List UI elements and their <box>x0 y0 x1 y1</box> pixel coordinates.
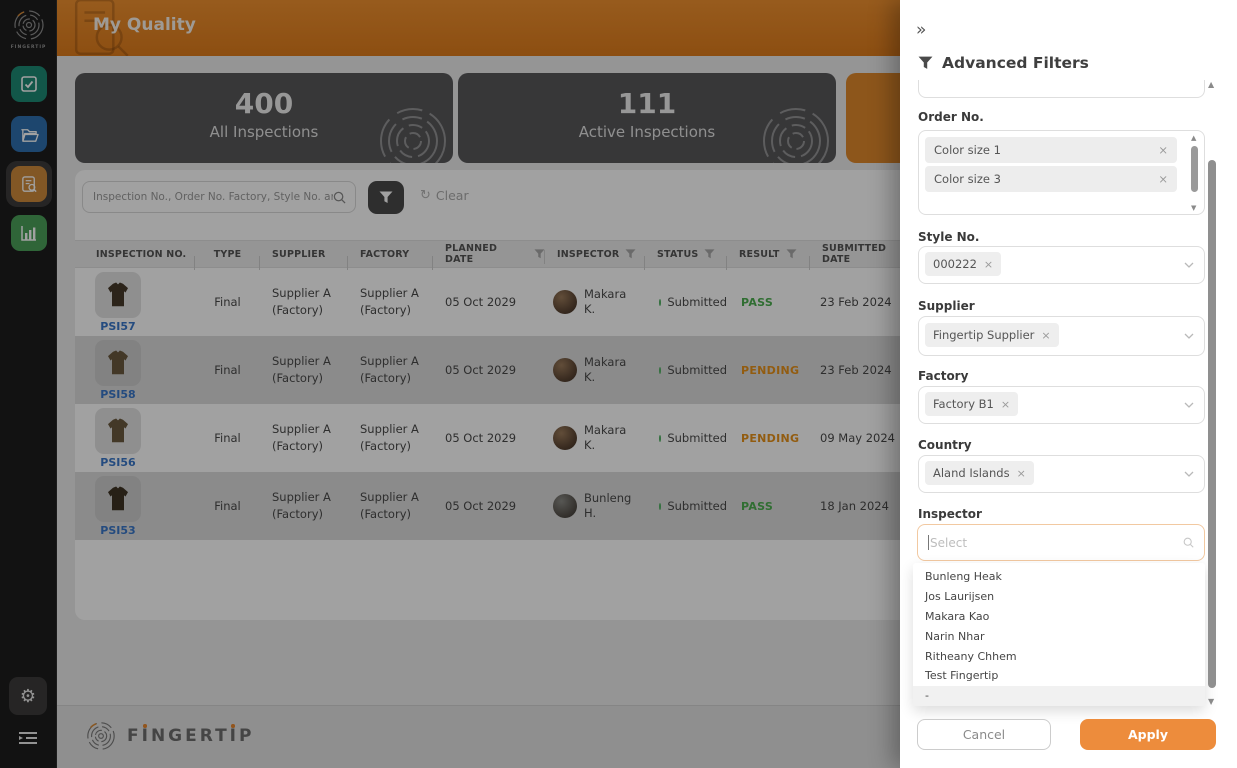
supplier-select[interactable]: Fingertip Supplier × <box>918 316 1205 356</box>
remove-chip-icon[interactable]: × <box>1158 143 1168 157</box>
selected-chip: 000222 × <box>925 252 1002 276</box>
style-no-select[interactable]: 000222 × <box>918 246 1205 284</box>
inspector-search-input[interactable]: Select <box>917 524 1205 561</box>
remove-chip-icon[interactable]: × <box>1001 398 1010 411</box>
factory-select[interactable]: Factory B1 × <box>918 386 1205 424</box>
scroll-down-icon[interactable]: ▼ <box>1208 697 1214 706</box>
inspector-option[interactable]: Test Fingertip <box>913 666 1205 686</box>
collapse-drawer-button[interactable]: » <box>916 20 926 40</box>
selected-chip: Color size 1 × <box>925 137 1177 163</box>
remove-chip-icon[interactable]: × <box>1041 329 1050 342</box>
app-window: FINGERTIP ⚙ My Quality 400 All Inspectio… <box>0 0 1237 768</box>
scroll-up-icon[interactable]: ▲ <box>1191 134 1196 142</box>
style-no-label: Style No. <box>918 230 980 244</box>
selected-chip: Color size 3 × <box>925 166 1177 192</box>
selected-chip: Factory B1 × <box>925 392 1019 416</box>
order-no-label: Order No. <box>918 110 984 124</box>
advanced-filters-drawer: » Advanced Filters 2023-01-10 2023-10-10… <box>900 0 1237 768</box>
scroll-up-icon[interactable]: ▲ <box>1208 80 1214 89</box>
inspector-label: Inspector <box>918 507 982 521</box>
supplier-label: Supplier <box>918 299 975 313</box>
funnel-icon <box>918 56 933 69</box>
scroll-down-icon[interactable]: ▼ <box>1191 204 1196 212</box>
scrollbar-thumb[interactable] <box>1208 160 1216 688</box>
inspector-options-dropdown: Bunleng Heak Jos Laurijsen Makara Kao Na… <box>913 563 1205 706</box>
drawer-scrollbar[interactable]: ▲ ▼ <box>1206 80 1218 710</box>
drawer-title: Advanced Filters <box>918 54 1089 72</box>
cancel-button[interactable]: Cancel <box>917 719 1051 750</box>
inspector-placeholder: Select <box>930 535 968 550</box>
inspector-option[interactable]: - <box>913 685 1205 706</box>
remove-chip-icon[interactable]: × <box>984 258 993 271</box>
inspector-option[interactable]: Narin Nhar <box>913 626 1205 646</box>
date-range-field-clipped[interactable]: 2023-01-10 2023-10-10 <box>900 80 1237 100</box>
inspector-option[interactable]: Jos Laurijsen <box>913 587 1205 607</box>
selected-chip: Fingertip Supplier × <box>925 323 1059 347</box>
search-icon <box>1183 537 1194 548</box>
chevron-down-icon <box>1184 262 1194 268</box>
text-caret <box>928 535 929 550</box>
inspector-option[interactable]: Bunleng Heak <box>913 567 1205 587</box>
scrollbar-thumb[interactable] <box>1191 146 1198 192</box>
apply-button[interactable]: Apply <box>1080 719 1216 750</box>
factory-label: Factory <box>918 369 969 383</box>
country-select[interactable]: Aland Islands × <box>918 455 1205 493</box>
order-no-multiselect[interactable]: Color size 1 × Color size 3 × ▲ ▼ <box>918 130 1205 215</box>
remove-chip-icon[interactable]: × <box>1017 467 1026 480</box>
inspector-option[interactable]: Ritheany Chhem <box>913 646 1205 666</box>
order-no-scrollbar[interactable]: ▲ ▼ <box>1190 134 1200 212</box>
chevron-down-icon <box>1184 471 1194 477</box>
chevron-down-icon <box>1184 333 1194 339</box>
inspector-option[interactable]: Makara Kao <box>913 607 1205 627</box>
remove-chip-icon[interactable]: × <box>1158 172 1168 186</box>
chevron-down-icon <box>1184 402 1194 408</box>
country-label: Country <box>918 438 972 452</box>
selected-chip: Aland Islands × <box>925 461 1034 485</box>
